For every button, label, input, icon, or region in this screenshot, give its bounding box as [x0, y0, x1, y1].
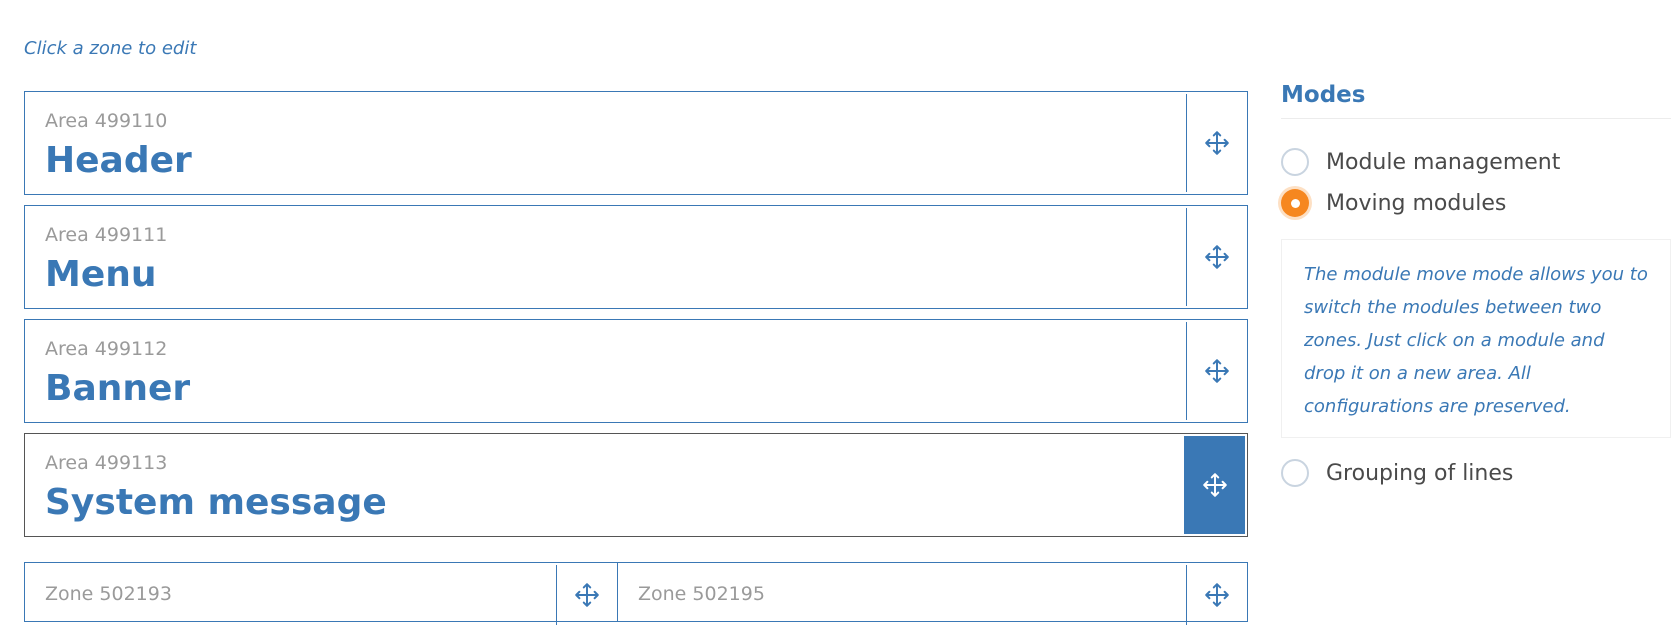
- drag-handle[interactable]: [1186, 94, 1247, 192]
- area-title: Header: [45, 140, 192, 181]
- area-id: Area 499110: [45, 110, 168, 132]
- area-id: Area 499113: [45, 452, 168, 474]
- drag-handle-active[interactable]: [1184, 436, 1245, 534]
- radio-label: Grouping of lines: [1326, 460, 1514, 486]
- area-menu[interactable]: Area 499111 Menu: [24, 205, 1248, 309]
- mode-option-module-management[interactable]: Module management: [1281, 148, 1560, 176]
- move-arrows-icon: [1205, 359, 1229, 383]
- drag-handle[interactable]: [1186, 322, 1247, 420]
- radio-button[interactable]: [1281, 148, 1309, 176]
- edit-hint: Click a zone to edit: [24, 38, 197, 59]
- mode-option-grouping-of-lines[interactable]: Grouping of lines: [1281, 459, 1513, 487]
- zone-id: Zone 502193: [45, 583, 172, 605]
- modes-heading: Modes: [1281, 82, 1366, 108]
- area-banner[interactable]: Area 499112 Banner: [24, 319, 1248, 423]
- area-title: System message: [45, 482, 387, 523]
- move-arrows-icon: [575, 583, 599, 607]
- radio-label: Module management: [1326, 149, 1561, 175]
- radio-label: Moving modules: [1326, 190, 1507, 216]
- zone-502193[interactable]: Zone 502193: [24, 562, 618, 625]
- move-arrows-icon: [1205, 583, 1229, 607]
- divider: [1281, 118, 1671, 119]
- area-header[interactable]: Area 499110 Header: [24, 91, 1248, 195]
- area-system-message[interactable]: Area 499113 System message: [24, 433, 1248, 537]
- area-title: Banner: [45, 368, 191, 409]
- move-arrows-icon: [1203, 473, 1227, 497]
- radio-button-selected[interactable]: [1281, 189, 1309, 217]
- radio-button[interactable]: [1281, 459, 1309, 487]
- mode-option-moving-modules[interactable]: Moving modules: [1281, 189, 1506, 217]
- area-id: Area 499112: [45, 338, 168, 360]
- drag-handle[interactable]: [556, 565, 617, 625]
- drag-handle[interactable]: [1186, 208, 1247, 306]
- area-id: Area 499111: [45, 224, 168, 246]
- move-arrows-icon: [1205, 245, 1229, 269]
- zone-502195[interactable]: Zone 502195: [617, 562, 1248, 625]
- area-title: Menu: [45, 254, 157, 295]
- mode-description: The module move mode allows you to switc…: [1281, 239, 1671, 438]
- drag-handle[interactable]: [1186, 565, 1247, 625]
- move-arrows-icon: [1205, 131, 1229, 155]
- zone-id: Zone 502195: [638, 583, 765, 605]
